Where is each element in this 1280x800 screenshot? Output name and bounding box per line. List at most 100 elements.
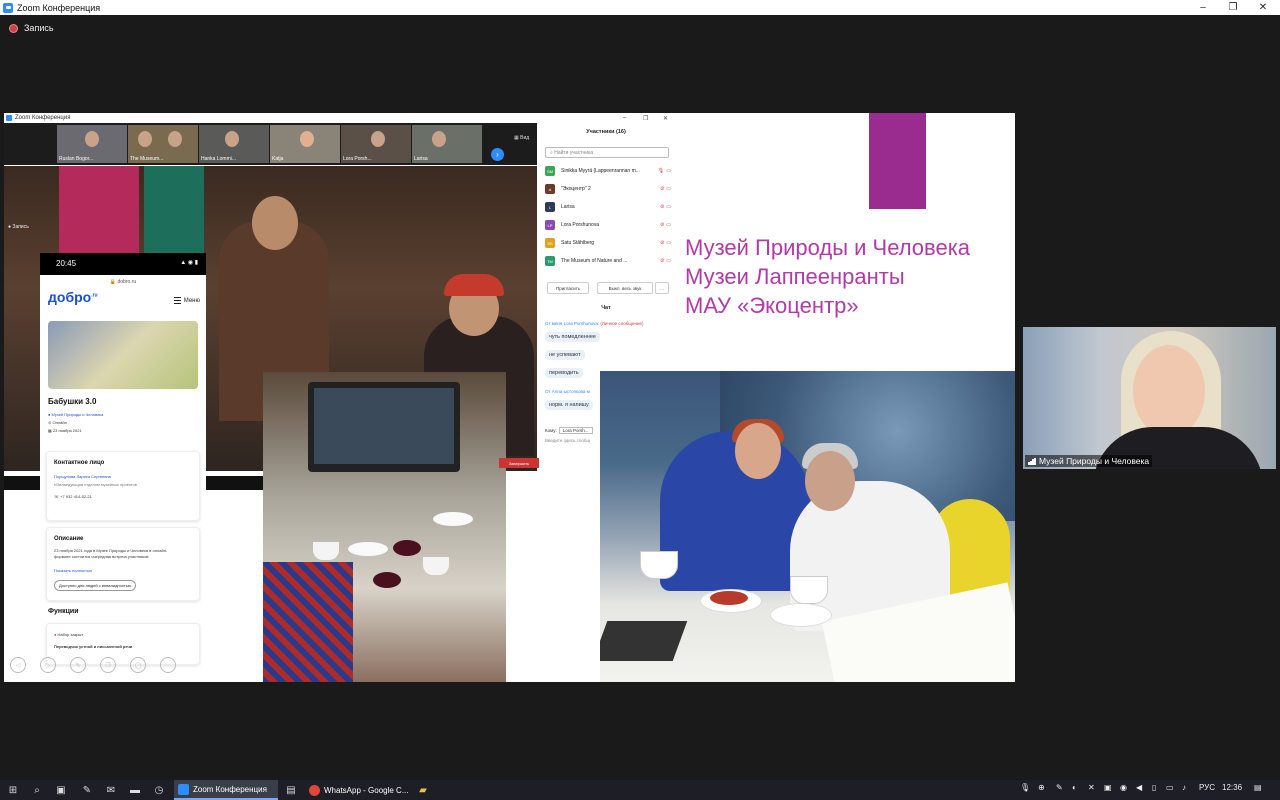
pen-icon[interactable]: ✎ [80, 783, 94, 797]
view-button[interactable]: ▦ Вид [514, 135, 529, 141]
clock-icon[interactable]: ◷ [152, 783, 166, 797]
chat-sender: От меня Lora Porshunova: (Личное сообщен… [545, 321, 644, 326]
slide-title-line2: Музеи Лаппеенранты [685, 264, 905, 289]
participant-row[interactable]: TM The Museum of Nature and ... ⊘ ▭ [545, 255, 671, 267]
mic-muted-icon: ⊘ [660, 204, 665, 210]
phone-status-bar: 20:45 ▲ ◉ ▮ [40, 253, 206, 273]
taskbar-app-zoom[interactable]: Zoom Конференция [174, 780, 278, 800]
self-video-tile[interactable]: Музей Природы и Человека [1023, 327, 1276, 469]
participants-header: Участники (16) [586, 129, 626, 135]
zoom-app-icon [178, 783, 189, 795]
thumbnail-strip: Ruslan Bogor... The Museum... Hanka Lomm… [4, 123, 537, 165]
next-page-icon[interactable]: › [491, 148, 504, 161]
description-heading: Описание [54, 536, 84, 542]
project-image [48, 321, 198, 389]
pages-icon[interactable]: ❐ [100, 657, 116, 673]
volume-muted-icon[interactable]: ◀ [1136, 783, 1142, 792]
participant-thumbnail[interactable]: Lora Porsh... [341, 125, 411, 163]
slide-accent-bar [869, 113, 926, 209]
mic-icon[interactable]: 🎙 [1020, 783, 1030, 792]
project-organizer[interactable]: ● Музей Природы и Человека [48, 412, 103, 417]
recording-indicator[interactable]: Запись [9, 23, 54, 33]
prev-icon[interactable]: ◁ [10, 657, 26, 673]
contact-name[interactable]: Порщунова Лариса Сергеевна [54, 474, 111, 480]
panel-popout-icon[interactable]: ❐ [643, 115, 648, 122]
panel-minimize-icon[interactable]: – [623, 115, 626, 121]
video-off-icon: ▭ [666, 204, 671, 210]
more-icon[interactable]: ⋯ [160, 657, 176, 673]
chat-recipient[interactable]: Кому: Lora Porsh... [545, 427, 593, 434]
chat-message: не успевают [545, 350, 585, 360]
show-more-link[interactable]: Показать полностью [54, 568, 92, 573]
recipient-select[interactable]: Lora Porsh... [558, 427, 593, 434]
invite-button[interactable]: Пригласить [547, 282, 589, 294]
clock-time[interactable]: 12:36 [1222, 783, 1242, 792]
tray-app-icon[interactable]: ▣ [1104, 783, 1112, 792]
windows-start-icon[interactable]: ⊞ [6, 783, 20, 797]
chat-message: норм. я напишу [545, 400, 593, 410]
menu-button[interactable]: Меню [173, 297, 200, 304]
phone-status-icons: ▲ ◉ ▮ [180, 260, 198, 266]
self-video-name: Музей Природы и Человека [1025, 455, 1153, 467]
network-icon[interactable]: ▭ [1166, 783, 1174, 792]
mic-muted-icon: ⊘ [660, 186, 665, 192]
folder-icon[interactable]: ▰ [416, 783, 430, 797]
zoom-icon[interactable]: ◯ [130, 657, 146, 673]
video-off-icon: ▭ [666, 258, 671, 264]
chat-message: переводить [545, 368, 583, 378]
video-off-icon: ▭ [666, 222, 671, 228]
phone-url: 🔒 dobro.ru [109, 279, 137, 285]
taskbar-app-whatsapp[interactable]: WhatsApp - Google C... [305, 780, 409, 800]
tray-app-icon[interactable]: ✕ [1088, 783, 1095, 792]
tray-app-icon[interactable]: ✎ [1056, 783, 1063, 792]
language-indicator[interactable]: РУС [1199, 783, 1215, 792]
notifications-icon[interactable]: ▤ [1254, 783, 1262, 792]
mic-icon: 🎙 [657, 168, 665, 174]
minimize-button[interactable]: – [1188, 0, 1218, 15]
mic-muted-icon: ⊘ [660, 240, 665, 246]
dobro-logo[interactable]: добро.ru [48, 289, 98, 305]
participant-row[interactable]: SM Sinikka Myyrä (Lappeenrannan m... 🎙 ▭ [545, 165, 671, 177]
participant-thumbnail[interactable]: The Museum... [128, 125, 198, 163]
chat-message: чуть помедленнее [545, 332, 600, 342]
participant-row[interactable]: А "Экоцентр" 2 ⊘ ▭ [545, 183, 671, 195]
more-options-button[interactable]: ... [655, 282, 669, 294]
chat-input[interactable]: Введите здесь сообщ [545, 438, 590, 443]
mute-all-button[interactable]: Выкл. весь звук [597, 282, 653, 294]
next-icon[interactable]: ▷ [40, 657, 56, 673]
app-icon[interactable]: ▬ [128, 783, 142, 797]
title-bar: Zoom Конференция – ❐ ✕ [0, 0, 1280, 15]
tray-app-icon[interactable]: ◐ [1072, 783, 1077, 792]
app-icon[interactable]: ▤ [284, 783, 298, 797]
contact-role: ИЗвлаедующая отделом музейных проектов [54, 482, 137, 487]
tray-app-icon[interactable]: ⊕ [1038, 783, 1045, 792]
inner-title-bar: Zoom Конференция [4, 113, 541, 123]
video-off-icon: ▭ [666, 186, 671, 192]
tray-app-icon[interactable]: ▯ [1152, 783, 1156, 792]
participant-row[interactable]: SS Satu Ståhlberg ⊘ ▭ [545, 237, 671, 249]
panel-close-icon[interactable]: ✕ [663, 115, 668, 122]
contact-phone[interactable]: ☏ +7 932 414-52-21 [54, 494, 92, 500]
mail-icon[interactable]: ✉ [104, 783, 118, 797]
participant-thumbnail[interactable]: Katja [270, 125, 340, 163]
end-meeting-button[interactable]: Завершить [499, 458, 539, 468]
maximize-button[interactable]: ❐ [1218, 0, 1248, 15]
participant-search-input[interactable]: ⌕ Найти участника [545, 147, 669, 158]
close-button[interactable]: ✕ [1248, 0, 1278, 15]
project-date: ▦ 23 ноября 2021 [48, 428, 82, 433]
participant-thumbnail[interactable]: Hanka Lommi... [199, 125, 269, 163]
recording-label: Запись [24, 23, 54, 33]
project-format: ⊙ Онлайн [48, 420, 67, 425]
pen-icon[interactable]: ✎ [70, 657, 86, 673]
accessibility-button[interactable]: Доступно для людей с инвалидностью [54, 580, 136, 591]
participant-row[interactable]: L Larisa ⊘ ▭ [545, 201, 671, 213]
phone-time: 20:45 [56, 259, 77, 268]
tray-app-icon[interactable]: ◉ [1120, 783, 1127, 792]
participant-thumbnail[interactable]: Larisa [412, 125, 482, 163]
speaker-icon[interactable]: ♪ [1182, 783, 1186, 792]
participant-row[interactable]: LP Lora Porshunova ⊘ ▭ [545, 219, 671, 231]
task-view-icon[interactable]: ▣ [54, 783, 68, 797]
participant-thumbnail[interactable]: Ruslan Bogor... [57, 125, 127, 163]
search-icon[interactable]: ⌕ [30, 783, 44, 797]
phone-screen: 🔒 dobro.ru добро.ru Меню Бабушки 3.0 ● М… [40, 275, 206, 682]
